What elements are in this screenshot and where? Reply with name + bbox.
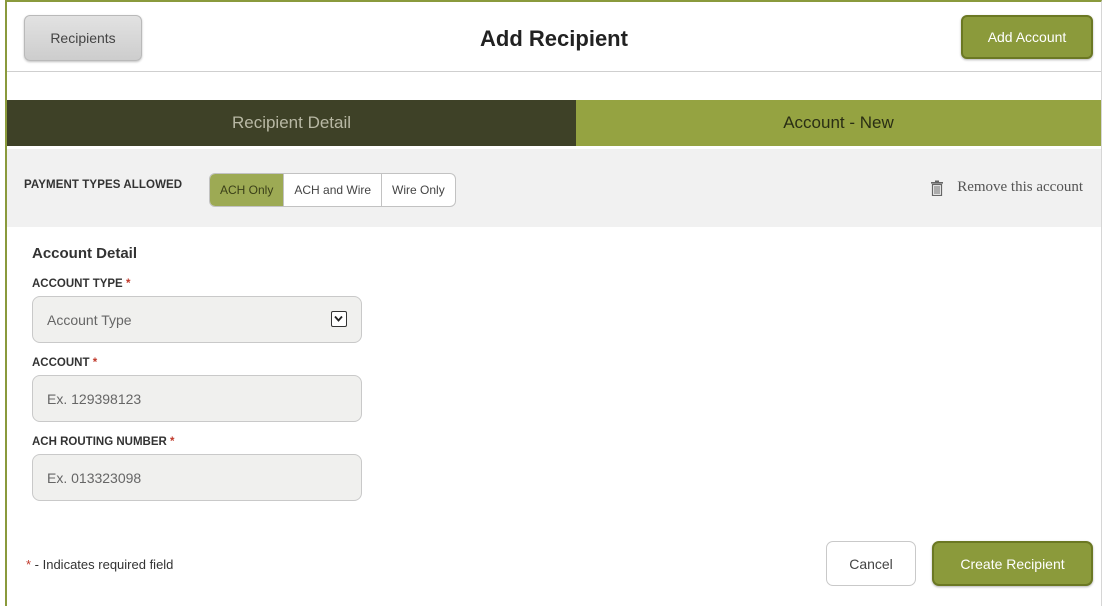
payment-type-wire-only[interactable]: Wire Only bbox=[382, 174, 455, 206]
account-detail-title: Account Detail bbox=[32, 245, 138, 262]
account-label: ACCOUNT * bbox=[32, 357, 98, 369]
account-type-value: Account Type bbox=[47, 311, 132, 328]
add-account-button[interactable]: Add Account bbox=[961, 15, 1093, 59]
required-mark: * bbox=[125, 278, 131, 290]
create-recipient-button[interactable]: Create Recipient bbox=[932, 541, 1093, 586]
required-field-note: * - Indicates required field bbox=[26, 557, 174, 572]
required-mark: * bbox=[92, 357, 98, 369]
remove-account-label: Remove this account bbox=[957, 179, 1083, 195]
routing-number-label: ACH ROUTING NUMBER * bbox=[32, 436, 175, 448]
cancel-button[interactable]: Cancel bbox=[826, 541, 916, 586]
remove-account-link[interactable]: Remove this account bbox=[930, 179, 1083, 196]
page-title: Add Recipient bbox=[480, 26, 628, 51]
account-number-placeholder: Ex. 129398123 bbox=[47, 390, 142, 407]
payment-type-ach-only[interactable]: ACH Only bbox=[210, 174, 285, 206]
payment-type-selector: ACH Only ACH and Wire Wire Only bbox=[209, 173, 456, 207]
account-number-input[interactable]: Ex. 129398123 bbox=[32, 375, 362, 422]
header: Recipients Add Recipient Add Account bbox=[7, 2, 1101, 72]
payment-type-ach-and-wire[interactable]: ACH and Wire bbox=[284, 174, 383, 206]
trash-icon bbox=[930, 180, 944, 196]
chevron-down-icon bbox=[331, 311, 347, 327]
required-mark: * bbox=[170, 436, 175, 448]
routing-number-input[interactable]: Ex. 013323098 bbox=[32, 454, 362, 501]
tab-bar: Recipient Detail Account - New bbox=[7, 100, 1101, 146]
account-type-select[interactable]: Account Type bbox=[32, 296, 362, 343]
tab-account-new[interactable]: Account - New bbox=[576, 100, 1101, 146]
tab-recipient-detail[interactable]: Recipient Detail bbox=[7, 100, 576, 146]
payment-types-label: PAYMENT TYPES ALLOWED bbox=[24, 179, 183, 191]
payment-types-bar: PAYMENT TYPES ALLOWED ACH Only ACH and W… bbox=[7, 149, 1101, 227]
add-recipient-panel: Recipients Add Recipient Add Account Rec… bbox=[5, 0, 1102, 606]
routing-number-placeholder: Ex. 013323098 bbox=[47, 469, 142, 486]
account-type-label: ACCOUNT TYPE * bbox=[32, 278, 131, 290]
